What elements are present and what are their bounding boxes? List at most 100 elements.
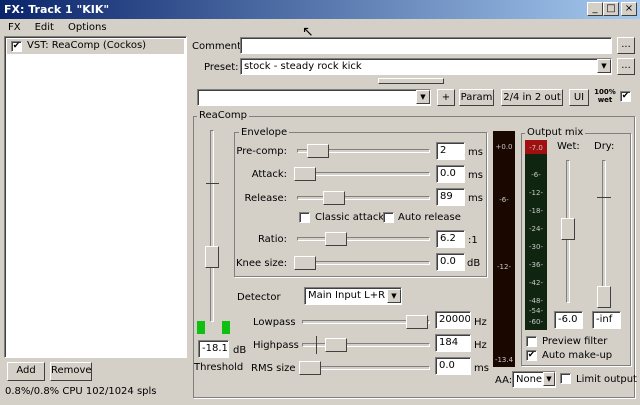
menu-options[interactable]: Options — [68, 22, 107, 33]
comment-input[interactable] — [240, 37, 612, 54]
add-button[interactable]: Add — [7, 362, 45, 381]
panel-resize-handle[interactable] — [378, 78, 444, 84]
knee-slider-track[interactable] — [297, 261, 430, 265]
dry-tick — [597, 197, 611, 198]
gr-tick: -36- — [529, 261, 543, 269]
ratio-input[interactable]: 6.2 — [436, 230, 465, 248]
wet-slider-thumb[interactable] — [561, 218, 575, 240]
fx-chain-list[interactable]: ✔ VST: ReaComp (Cockos) — [4, 36, 187, 358]
preview-filter-checkbox[interactable] — [526, 336, 537, 347]
highpass-tick — [316, 336, 317, 354]
precomp-unit: ms — [468, 147, 483, 158]
gr-tick: -42- — [529, 279, 543, 287]
release-slider-track[interactable] — [297, 196, 430, 200]
preset-dropdown[interactable]: stock - steady rock kick ▼ — [240, 58, 612, 75]
dry-label: Dry: — [594, 141, 615, 152]
release-input[interactable]: 89 — [436, 188, 465, 206]
release-slider-thumb[interactable] — [323, 191, 345, 205]
chevron-down-icon[interactable]: ▼ — [416, 90, 430, 104]
lowpass-slider-thumb[interactable] — [406, 315, 428, 329]
preset-label: Preset: — [204, 62, 239, 73]
threshold-input[interactable]: -18.1 — [198, 340, 229, 358]
meter-top-value: +0.0 — [495, 143, 513, 151]
level-led-right — [222, 321, 230, 334]
dry-slider-thumb[interactable] — [597, 286, 611, 308]
ratio-label: Ratio: — [257, 234, 287, 245]
rms-slider-thumb[interactable] — [299, 361, 321, 375]
classic-attack-label: Classic attack — [315, 212, 385, 223]
menu-edit[interactable]: Edit — [35, 22, 54, 33]
fx-bypass-checkbox[interactable]: ✔ — [620, 91, 631, 102]
ratio-slider-track[interactable] — [297, 237, 430, 241]
threshold-unit: dB — [233, 345, 247, 356]
meter-tick: -6- — [499, 196, 509, 204]
wet-percent-value: 100% — [594, 88, 616, 96]
param-button[interactable]: Param — [459, 89, 494, 106]
chevron-down-icon[interactable]: ▼ — [597, 59, 611, 73]
aa-label: AA: — [495, 375, 513, 386]
meter-bottom-value: -13.4 — [494, 356, 514, 364]
auto-makeup-label: Auto make-up — [542, 350, 613, 361]
menu-bar: FX Edit Options — [0, 19, 640, 36]
attack-slider-thumb[interactable] — [294, 167, 316, 181]
menu-fx[interactable]: FX — [8, 22, 21, 33]
wet-input[interactable]: -6.0 — [554, 311, 583, 329]
input-level-meter: +0.0 -6- -12- -13.4 — [493, 131, 515, 367]
add-parameter-button[interactable]: + — [437, 89, 455, 106]
wet-word: wet — [597, 96, 613, 104]
ratio-slider-thumb[interactable] — [325, 232, 347, 246]
classic-attack-checkbox[interactable] — [299, 212, 310, 223]
chevron-down-icon[interactable]: ▼ — [543, 372, 555, 386]
knee-label: Knee size: — [236, 258, 288, 269]
io-routing-button[interactable]: 2/4 in 2 out — [501, 89, 563, 106]
threshold-tick — [206, 183, 219, 184]
gr-tick: -48- — [529, 297, 543, 305]
rms-slider-track[interactable] — [302, 366, 430, 370]
maximize-button[interactable]: □ — [603, 2, 619, 16]
preset-menu-button[interactable]: ... — [617, 58, 635, 75]
minimize-button[interactable]: _ — [587, 2, 603, 16]
rms-input[interactable]: 0.0 — [435, 357, 471, 375]
attack-slider-track[interactable] — [297, 172, 430, 176]
cpu-status: 0.8%/0.8% CPU 102/1024 spls — [5, 386, 157, 397]
parameter-dropdown[interactable]: ▼ — [197, 89, 431, 106]
attack-unit: ms — [468, 170, 483, 181]
gr-tick: -6- — [531, 171, 541, 179]
lowpass-input[interactable]: 20000 — [435, 311, 471, 329]
wet-label: Wet: — [557, 141, 580, 152]
precomp-input[interactable]: 2 — [436, 142, 465, 160]
detector-dropdown[interactable]: Main Input L+R ▼ — [304, 287, 402, 305]
knee-slider-thumb[interactable] — [294, 256, 316, 270]
remove-button[interactable]: Remove — [50, 362, 92, 381]
auto-release-checkbox[interactable] — [383, 212, 394, 223]
chevron-down-icon[interactable]: ▼ — [387, 289, 401, 303]
knee-input[interactable]: 0.0 — [436, 253, 465, 271]
highpass-slider-track[interactable] — [302, 343, 430, 347]
level-led-left — [197, 321, 205, 334]
aa-value: None — [516, 374, 543, 385]
aa-dropdown[interactable]: None ▼ — [512, 371, 556, 388]
auto-makeup-checkbox[interactable]: ✔ — [526, 350, 537, 361]
preview-filter-label: Preview filter — [542, 336, 608, 347]
precomp-slider-thumb[interactable] — [307, 144, 329, 158]
close-button[interactable]: × — [621, 2, 637, 16]
gr-tick: -12- — [529, 189, 543, 197]
highpass-input[interactable]: 184 — [435, 334, 471, 352]
fx-list-item[interactable]: ✔ VST: ReaComp (Cockos) — [7, 39, 184, 54]
gain-reduction-meter: -7.0 -6- -12- -18- -24- -30- -36- -42- -… — [525, 140, 547, 330]
ui-button[interactable]: UI — [569, 89, 589, 106]
highpass-slider-thumb[interactable] — [325, 338, 347, 352]
preset-value: stock - steady rock kick — [244, 61, 362, 72]
dry-input[interactable]: -inf — [592, 311, 621, 329]
comment-menu-button[interactable]: ... — [617, 37, 635, 54]
title-bar: FX: Track 1 "KIK" — [0, 0, 640, 19]
fx-enable-checkbox[interactable]: ✔ — [11, 41, 22, 52]
threshold-slider-track[interactable] — [210, 130, 214, 322]
limit-output-checkbox[interactable] — [560, 373, 571, 384]
attack-input[interactable]: 0.0 — [436, 165, 465, 183]
dry-slider-track[interactable] — [602, 160, 606, 303]
gr-tick: -30- — [529, 243, 543, 251]
gr-tick: -24- — [529, 225, 543, 233]
rms-label: RMS size — [251, 363, 296, 374]
threshold-slider-thumb[interactable] — [205, 246, 219, 268]
